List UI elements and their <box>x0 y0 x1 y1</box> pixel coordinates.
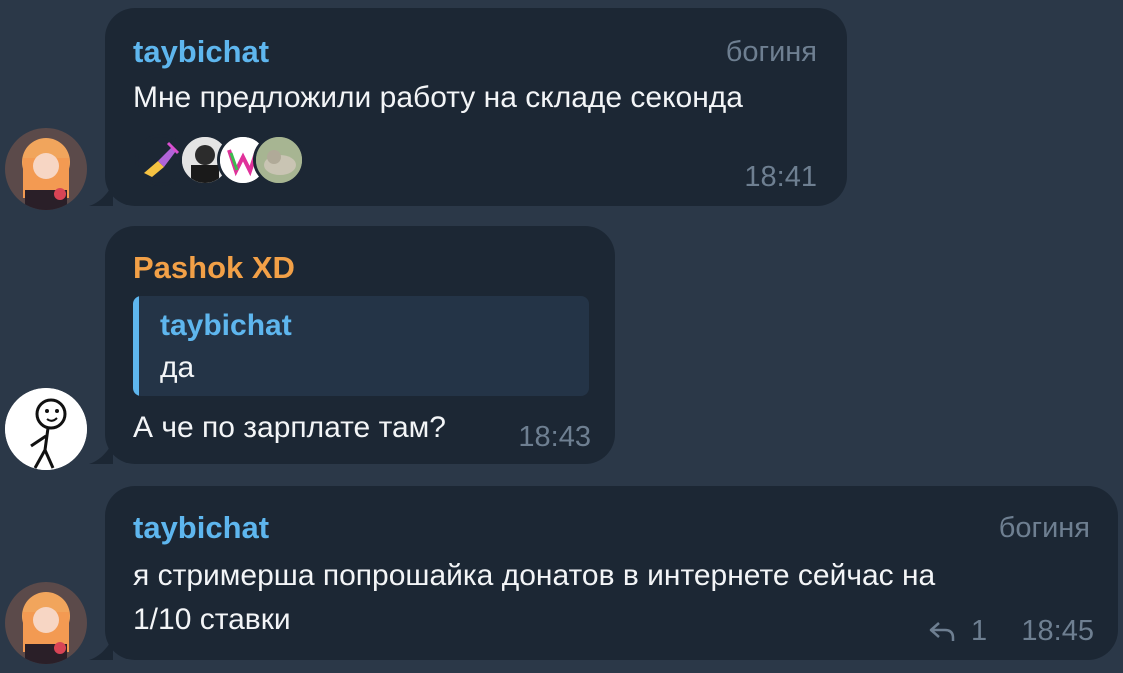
message-time: 18:43 <box>518 421 591 453</box>
message-2: Pashok XD taybichat да А че по зарплате … <box>0 220 1123 470</box>
message-time: 18:41 <box>744 161 817 193</box>
message-time: 18:45 <box>1021 615 1094 647</box>
member-role: богиня <box>998 512 1090 544</box>
bubble-tail <box>89 442 113 464</box>
bubble-tail <box>89 184 113 206</box>
bubble-tail <box>89 638 113 660</box>
message-3: taybichat богиня я стримерша попрошайка … <box>0 470 1123 673</box>
sender-name[interactable]: taybichat <box>133 34 269 70</box>
message-1: taybichat богиня Мне предложили работу н… <box>0 0 1123 220</box>
reply-sender-name: taybichat <box>160 309 292 342</box>
avatar[interactable] <box>5 388 87 470</box>
reply-count: 1 <box>971 615 988 647</box>
message-text-line-2: 1/10 ставки <box>133 603 291 636</box>
message-text: Мне предложили работу на складе секонда <box>133 81 743 114</box>
sender-name[interactable]: taybichat <box>133 510 269 546</box>
message-text: А че по зарплате там? <box>133 411 446 444</box>
reply-text: да <box>160 351 195 384</box>
reactions[interactable] <box>135 134 305 186</box>
avatar[interactable] <box>5 582 87 664</box>
reply-accent-bar <box>133 296 139 396</box>
message-bubble[interactable]: taybichat богиня Мне предложили работу н… <box>89 8 847 206</box>
chat-history: taybichat богиня Мне предложили работу н… <box>0 0 1123 673</box>
reply-quote[interactable]: taybichat да <box>133 296 589 396</box>
avatar[interactable] <box>5 128 87 210</box>
replies-indicator[interactable]: 1 <box>927 614 995 648</box>
message-bubble[interactable]: Pashok XD taybichat да А че по зарплате … <box>89 226 615 464</box>
reply-arrow-icon <box>929 622 955 641</box>
cat-photo-icon[interactable] <box>253 134 305 186</box>
message-text-line-1: я стримерша попрошайка донатов в интерне… <box>133 559 936 592</box>
member-role: богиня <box>725 36 817 68</box>
sender-name[interactable]: Pashok XD <box>133 250 295 286</box>
message-bubble[interactable]: taybichat богиня я стримерша попрошайка … <box>89 486 1118 660</box>
